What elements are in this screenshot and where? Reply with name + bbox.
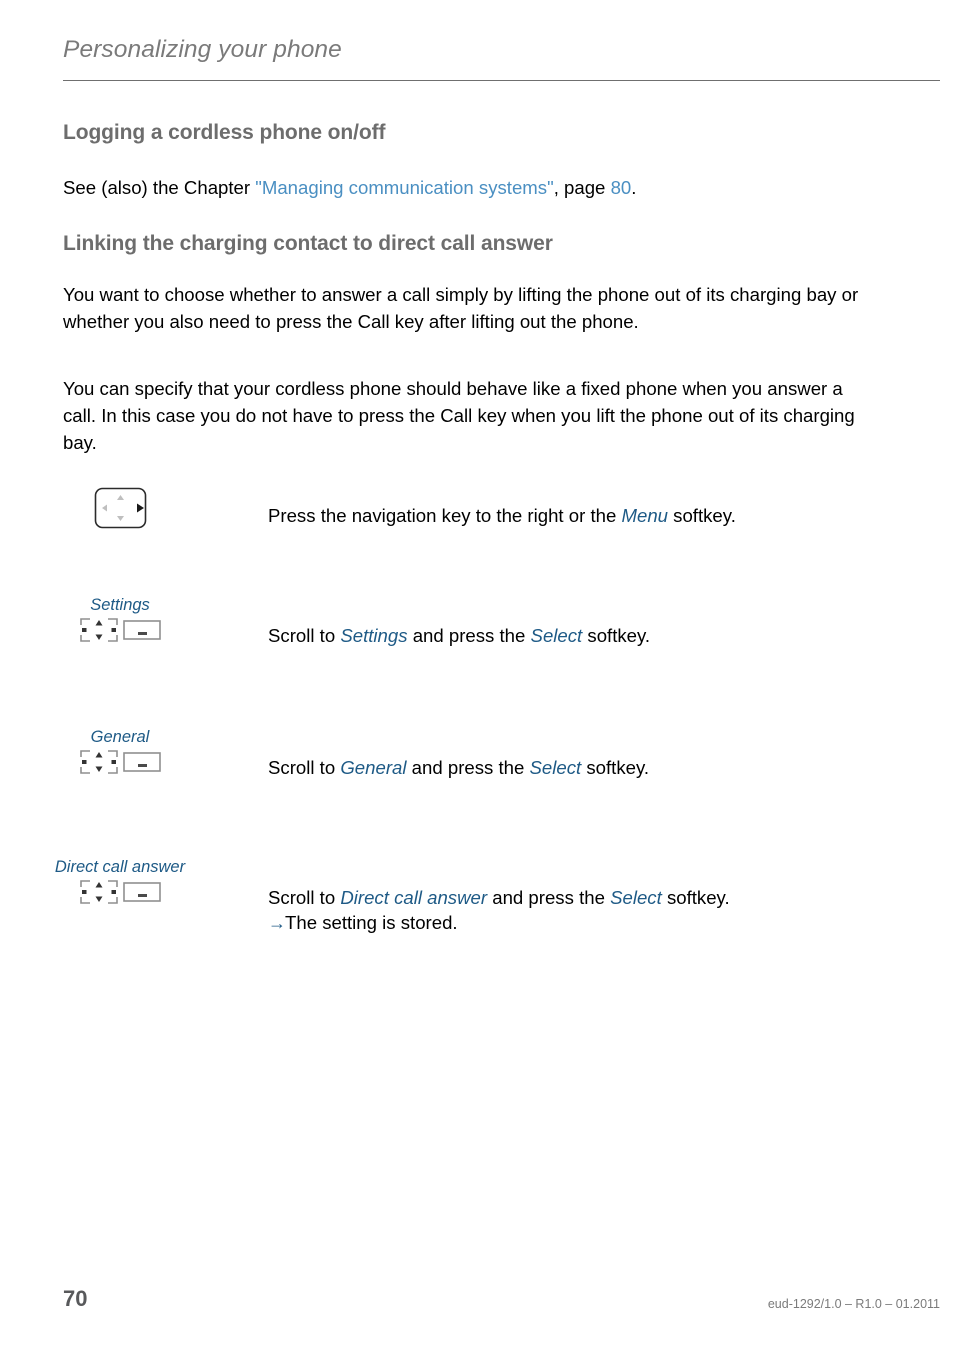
step-menu-label: Direct call answer bbox=[54, 858, 186, 876]
step-instruction: Scroll to Direct call answer and press t… bbox=[268, 885, 908, 936]
section-heading-logging: Logging a cordless phone on/off bbox=[63, 121, 386, 144]
step-list: Press the navigation key to the right or… bbox=[0, 487, 954, 933]
menu-item-emphasis: Select bbox=[529, 757, 582, 778]
section-heading-linking: Linking the charging contact to direct c… bbox=[63, 232, 553, 255]
step-instruction: Scroll to General and press the Select s… bbox=[268, 755, 908, 780]
paragraph-text-post: . bbox=[631, 177, 637, 198]
right-arrow-icon: → bbox=[268, 913, 286, 933]
instruction-text: Press the navigation key to the right or… bbox=[268, 505, 622, 526]
navigation-key-right-icon bbox=[94, 487, 147, 529]
step-icon-group: Direct call answer bbox=[0, 857, 240, 907]
icon-row bbox=[0, 487, 240, 529]
softkey-icon bbox=[122, 879, 162, 905]
paragraph-text-mid: , page bbox=[553, 177, 611, 198]
step-result-note: →The setting is stored. bbox=[268, 910, 908, 936]
instruction-text: softkey. bbox=[668, 505, 736, 526]
page-reference-link[interactable]: 80 bbox=[611, 177, 632, 198]
step-icon-group bbox=[0, 487, 240, 529]
instruction-text: softkey. bbox=[661, 887, 730, 908]
step-row: Press the navigation key to the right or… bbox=[0, 487, 954, 555]
step-row: General Scroll to General and press the S… bbox=[0, 621, 954, 778]
menu-item-emphasis: General bbox=[340, 757, 407, 778]
paragraph-see-chapter: See (also) the Chapter "Managing communi… bbox=[63, 174, 863, 201]
step-instruction: Press the navigation key to the right or… bbox=[268, 503, 908, 528]
menu-item-emphasis: Select bbox=[610, 887, 662, 908]
icon-row bbox=[0, 877, 240, 907]
step-instruction-line: Press the navigation key to the right or… bbox=[268, 503, 908, 528]
navigation-key-icon bbox=[79, 879, 119, 905]
running-head: Personalizing your phone bbox=[63, 36, 342, 63]
instruction-text: and press the bbox=[487, 887, 611, 908]
instruction-text: softkey. bbox=[581, 757, 650, 778]
chapter-link[interactable]: "Managing communication systems" bbox=[255, 177, 553, 198]
menu-item-emphasis: Direct call answer bbox=[340, 887, 488, 908]
header-divider bbox=[63, 80, 940, 81]
document-page: Personalizing your phone Logging a cordl… bbox=[0, 0, 954, 1352]
instruction-text: Scroll to bbox=[268, 757, 341, 778]
instruction-text: and press the bbox=[406, 757, 530, 778]
step-instruction-line: Scroll to General and press the Select s… bbox=[268, 755, 908, 780]
menu-item-emphasis: Menu bbox=[621, 505, 668, 526]
footer-page-number: 70 bbox=[63, 1286, 88, 1311]
paragraph-text-pre: See (also) the Chapter bbox=[63, 177, 256, 198]
paragraph-body-2: You can specify that your cordless phone… bbox=[63, 378, 855, 453]
step-row: Settings Scroll to Settings and press the… bbox=[0, 555, 954, 646]
footer-document-id: eud-1292/1.0 – R1.0 – 01.2011 bbox=[767, 1297, 940, 1311]
step-row: Direct call answer Scroll to Direct call … bbox=[0, 686, 954, 933]
instruction-text: Scroll to bbox=[268, 887, 341, 908]
step-instruction-line: Scroll to Direct call answer and press t… bbox=[268, 885, 908, 910]
step-result-text: The setting is stored. bbox=[285, 912, 458, 933]
step-menu-label: Settings bbox=[90, 596, 150, 614]
paragraph-body-1: You want to choose whether to answer a c… bbox=[63, 284, 859, 332]
